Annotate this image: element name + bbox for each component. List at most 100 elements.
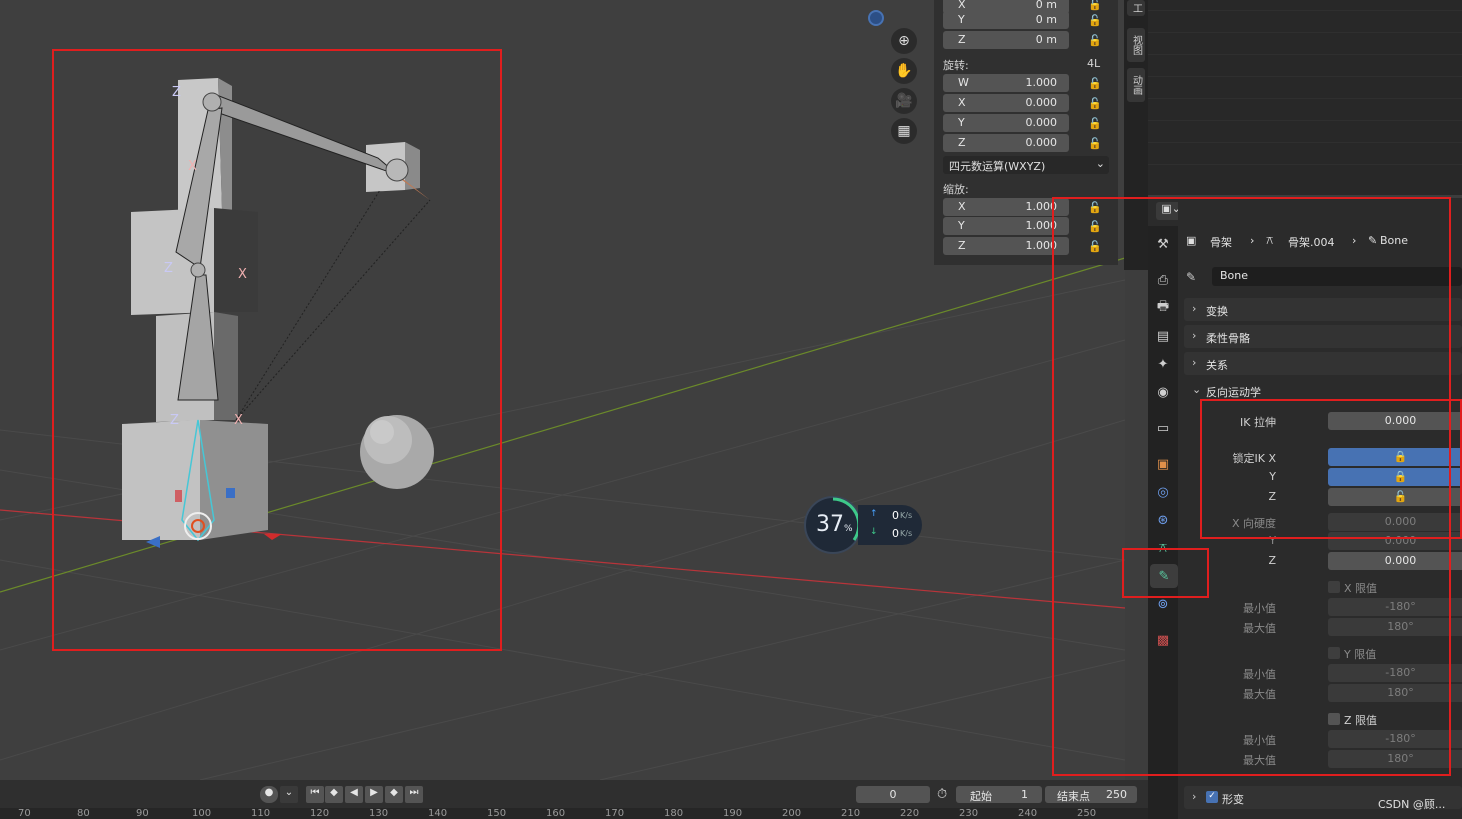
armature-data-icon[interactable]: ⚻ — [1153, 538, 1173, 558]
limit-x-label: X 限值 — [1344, 582, 1378, 595]
keying-menu[interactable]: ⌄ — [280, 786, 298, 803]
lock-ik-z-label: Z — [1268, 490, 1276, 503]
lock-icon[interactable]: 🔓 — [1088, 0, 1102, 11]
outliner-area[interactable] — [1148, 0, 1462, 195]
panel-bbone[interactable]: › 柔性骨骼 — [1184, 325, 1462, 348]
limit-y-max-field[interactable]: 180° — [1328, 684, 1462, 702]
panel-relations[interactable]: › 关系 — [1184, 352, 1462, 375]
lock-icon[interactable]: 🔓 — [1088, 97, 1102, 110]
limit-y-min-field[interactable]: -180° — [1328, 664, 1462, 682]
scene-icon[interactable]: ✦ — [1153, 354, 1173, 374]
ruler-tick: 190 — [723, 808, 743, 819]
ruler-tick: 100 — [192, 808, 212, 819]
min-label: 最小值 — [1243, 602, 1276, 615]
end-frame-field[interactable]: 结束点 250 — [1045, 786, 1137, 803]
sidebar-tab-strip: 工 视图 动画 — [1124, 0, 1148, 270]
world-icon[interactable]: ◉ — [1153, 382, 1173, 402]
ruler-tick: 90 — [136, 808, 149, 819]
axis-gizmo-dot[interactable] — [868, 10, 884, 26]
view-layer-icon[interactable]: ▤ — [1153, 326, 1173, 346]
constraints-icon[interactable]: ⊛ — [1153, 510, 1173, 530]
panel-transform[interactable]: › 变换 — [1184, 298, 1462, 321]
tool-icon[interactable]: ⚒ — [1153, 234, 1173, 254]
location-y-field[interactable]: Y0 m — [943, 11, 1069, 29]
panel-inverse-kinematics[interactable]: ⌄ 反向运动学 — [1184, 379, 1462, 402]
lock-icon[interactable]: 🔓 — [1088, 201, 1102, 214]
rotation-mode-select[interactable]: 四元数运算(WXYZ) ⌄ — [943, 156, 1109, 174]
properties-editor: ▣⌄ ⌕ ⚒ ⎙ 🖶 ▤ ✦ ◉ ▭ ▣ ◎ ⊛ ⚻ ✎ ⊚ ▩ ▣ 骨架 › … — [1148, 198, 1462, 819]
sphere-mesh[interactable] — [360, 415, 434, 489]
limit-z-max-field[interactable]: 180° — [1328, 750, 1462, 768]
ik-stiffness-y-field[interactable]: 0.000 — [1328, 532, 1462, 550]
ik-stretch-field[interactable]: 0.000 — [1328, 412, 1462, 430]
lock-icon[interactable]: 🔓 — [1088, 77, 1102, 90]
limit-z-checkbox[interactable] — [1328, 713, 1340, 725]
timeline-ruler[interactable]: 70 80 90 100 110 120 130 140 150 160 170… — [0, 808, 1148, 819]
bone-icon[interactable]: ✎ — [1150, 564, 1178, 588]
zoom-icon[interactable]: ⊕ — [891, 28, 917, 54]
lock-icon[interactable]: 🔓 — [1088, 117, 1102, 130]
rotation-w-field[interactable]: W 1.000 — [943, 74, 1069, 92]
lock-ik-x-toggle[interactable]: 🔒 — [1328, 448, 1462, 466]
lock-icon[interactable]: 🔓 — [1088, 34, 1102, 47]
prev-keyframe-icon[interactable]: ◆ — [325, 786, 343, 803]
ik-stiffness-z-label: Z — [1268, 554, 1276, 567]
limit-z-min-field[interactable]: -180° — [1328, 730, 1462, 748]
next-keyframe-icon[interactable]: ◆ — [385, 786, 403, 803]
render-icon[interactable]: ⎙ — [1153, 270, 1173, 290]
lock-icon[interactable]: 🔓 — [1088, 14, 1102, 27]
rotation-4l-toggle[interactable]: 4L — [1087, 57, 1100, 70]
ruler-tick: 170 — [605, 808, 625, 819]
download-arrow-icon: ↓ — [870, 527, 878, 537]
ruler-tick: 80 — [77, 808, 90, 819]
limit-y-checkbox[interactable] — [1328, 647, 1340, 659]
lock-ik-y-toggle[interactable]: 🔒 — [1328, 468, 1462, 486]
chevron-right-icon: › — [1352, 234, 1357, 247]
axis-label-z: Z — [170, 413, 179, 428]
ik-stiffness-z-field[interactable]: 0.000 — [1328, 552, 1462, 570]
scale-y-field[interactable]: Y 1.000 — [943, 217, 1069, 235]
object-icon[interactable]: ▣ — [1153, 454, 1173, 474]
play-icon[interactable]: ▶ — [365, 786, 383, 803]
limit-x-min-field[interactable]: -180° — [1328, 598, 1462, 616]
rotation-x-field[interactable]: X 0.000 — [943, 94, 1069, 112]
lock-icon[interactable]: 🔓 — [1088, 137, 1102, 150]
bone-constraints-icon[interactable]: ⊚ — [1153, 594, 1173, 614]
lock-ik-z-toggle[interactable]: 🔓 — [1328, 488, 1462, 506]
record-button[interactable]: ● — [260, 786, 278, 803]
stopwatch-icon[interactable]: ⏱ — [937, 787, 947, 802]
play-reverse-icon[interactable]: ◀ — [345, 786, 363, 803]
scale-x-field[interactable]: X 1.000 — [943, 198, 1069, 216]
collection-icon[interactable]: ▭ — [1153, 418, 1173, 438]
lock-icon[interactable]: 🔓 — [1088, 220, 1102, 233]
camera-icon[interactable]: 🎥 — [891, 88, 917, 114]
rotation-z-field[interactable]: Z 0.000 — [943, 134, 1069, 152]
texture-icon[interactable]: ▩ — [1153, 630, 1173, 650]
scale-z-field[interactable]: Z 1.000 — [943, 237, 1069, 255]
bone-name-field[interactable]: Bone — [1212, 267, 1462, 286]
physics-icon[interactable]: ◎ — [1153, 482, 1173, 502]
ruler-tick: 230 — [959, 808, 979, 819]
tab-tool[interactable]: 工 — [1127, 0, 1145, 16]
3d-viewport[interactable]: Z Z Z X X X ⊕ ✋ 🎥 ▦ X0 m Y0 m Z 0 m 🔓 🔓 … — [0, 0, 1125, 780]
limit-x-checkbox[interactable] — [1328, 581, 1340, 593]
current-frame-field[interactable]: 0 — [856, 786, 930, 803]
chevron-right-icon: › — [1192, 790, 1197, 803]
limit-x-max-field[interactable]: 180° — [1328, 618, 1462, 636]
max-label: 最大值 — [1243, 688, 1276, 701]
tab-animation[interactable]: 动画 — [1127, 68, 1145, 102]
location-z-field[interactable]: Z0 m — [943, 31, 1069, 49]
start-frame-field[interactable]: 起始 1 — [956, 786, 1042, 803]
bone-icon: ✎ — [1186, 270, 1197, 284]
hand-pan-icon[interactable]: ✋ — [891, 58, 917, 84]
jump-end-icon[interactable]: ⏭ — [405, 786, 423, 803]
jump-start-icon[interactable]: ⏮ — [306, 786, 324, 803]
deform-checkbox[interactable]: ✓ — [1206, 791, 1218, 803]
lock-icon[interactable]: 🔓 — [1088, 240, 1102, 253]
grid-ortho-icon[interactable]: ▦ — [891, 118, 917, 144]
rotation-y-field[interactable]: Y 0.000 — [943, 114, 1069, 132]
output-icon[interactable]: 🖶 — [1153, 298, 1173, 318]
ik-stiffness-x-field[interactable]: 0.000 — [1328, 513, 1462, 531]
breadcrumb-item: 骨架.004 — [1288, 236, 1335, 249]
tab-view[interactable]: 视图 — [1127, 28, 1145, 62]
